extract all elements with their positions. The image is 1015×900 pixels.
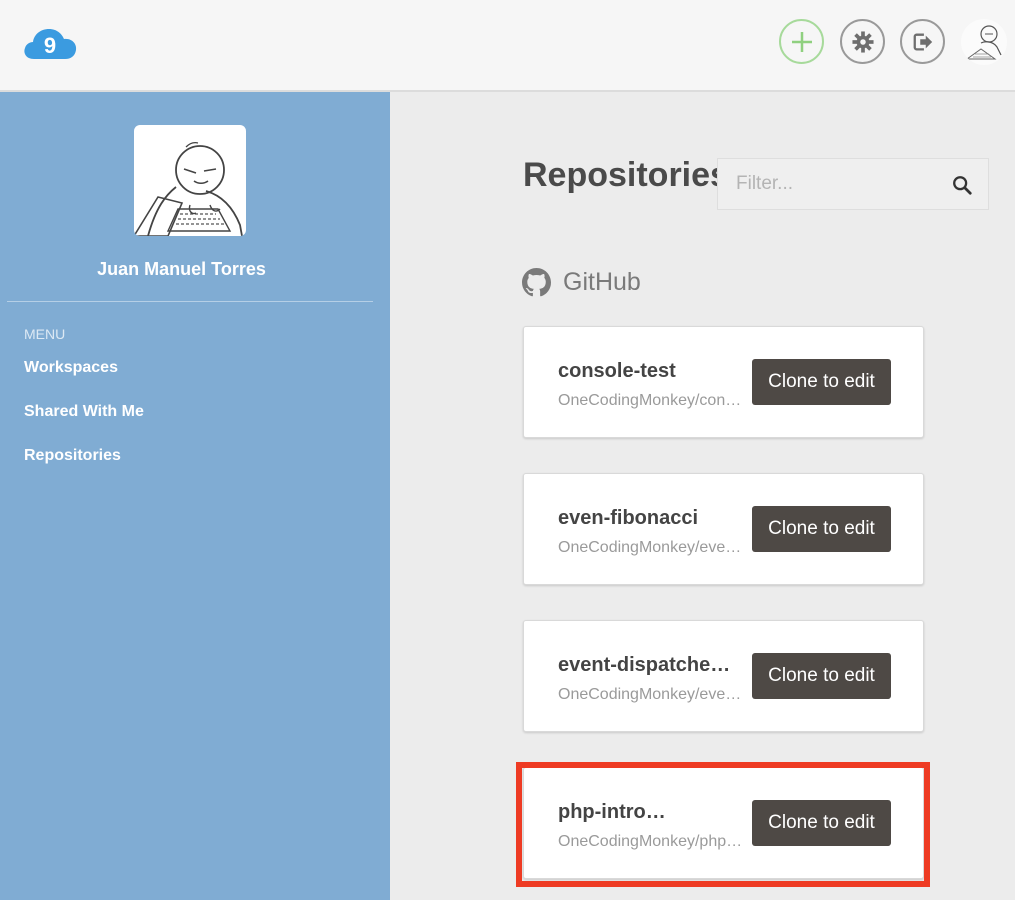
plus-icon <box>791 31 812 52</box>
profile-picture <box>134 125 246 236</box>
svg-text:9: 9 <box>44 33 56 58</box>
sidebar-divider <box>7 301 373 302</box>
clone-to-edit-button[interactable]: Clone to edit <box>752 359 891 405</box>
repo-card: console-test OneCodingMonkey/con… Clone … <box>523 326 924 438</box>
repo-name: console-test <box>558 360 676 382</box>
repo-path: OneCodingMonkey/con… <box>558 392 742 409</box>
top-bar: 9 <box>0 0 1015 92</box>
page-title: Repositories <box>523 156 729 194</box>
settings-button[interactable] <box>840 19 885 64</box>
clone-to-edit-button[interactable]: Clone to edit <box>752 506 891 552</box>
provider-label: GitHub <box>563 268 641 296</box>
sidebar: Juan Manuel Torres MENU Workspaces Share… <box>0 92 390 900</box>
logout-button[interactable] <box>900 19 945 64</box>
avatar-icon <box>965 25 1002 60</box>
sidebar-item-repositories[interactable]: Repositories <box>24 447 121 465</box>
github-icon <box>522 268 551 297</box>
gear-icon <box>851 30 874 53</box>
repo-name: even-fibonacci <box>558 507 699 529</box>
logout-icon <box>913 33 932 50</box>
menu-label: MENU <box>24 326 66 342</box>
repo-name: event-dispatcher… <box>558 654 733 676</box>
highlight-box <box>516 762 930 887</box>
clone-to-edit-button[interactable]: Clone to edit <box>752 653 891 699</box>
user-avatar[interactable] <box>961 19 1007 65</box>
sidebar-item-workspaces[interactable]: Workspaces <box>24 359 118 377</box>
sidebar-item-shared-with-me[interactable]: Shared With Me <box>24 403 144 421</box>
repo-path: OneCodingMonkey/eve… <box>558 686 742 703</box>
provider-heading: GitHub <box>522 268 641 297</box>
repo-card: event-dispatcher… OneCodingMonkey/eve… C… <box>523 620 924 732</box>
repo-card: even-fibonacci OneCodingMonkey/even… Clo… <box>523 473 924 585</box>
search-icon[interactable] <box>951 174 973 196</box>
filter-input[interactable] <box>718 159 946 209</box>
repo-path: OneCodingMonkey/even… <box>558 539 748 556</box>
profile-name: Juan Manuel Torres <box>97 259 266 279</box>
filter-box <box>717 158 989 210</box>
add-workspace-button[interactable] <box>779 19 824 64</box>
cloud9-logo-icon[interactable]: 9 <box>22 24 78 62</box>
